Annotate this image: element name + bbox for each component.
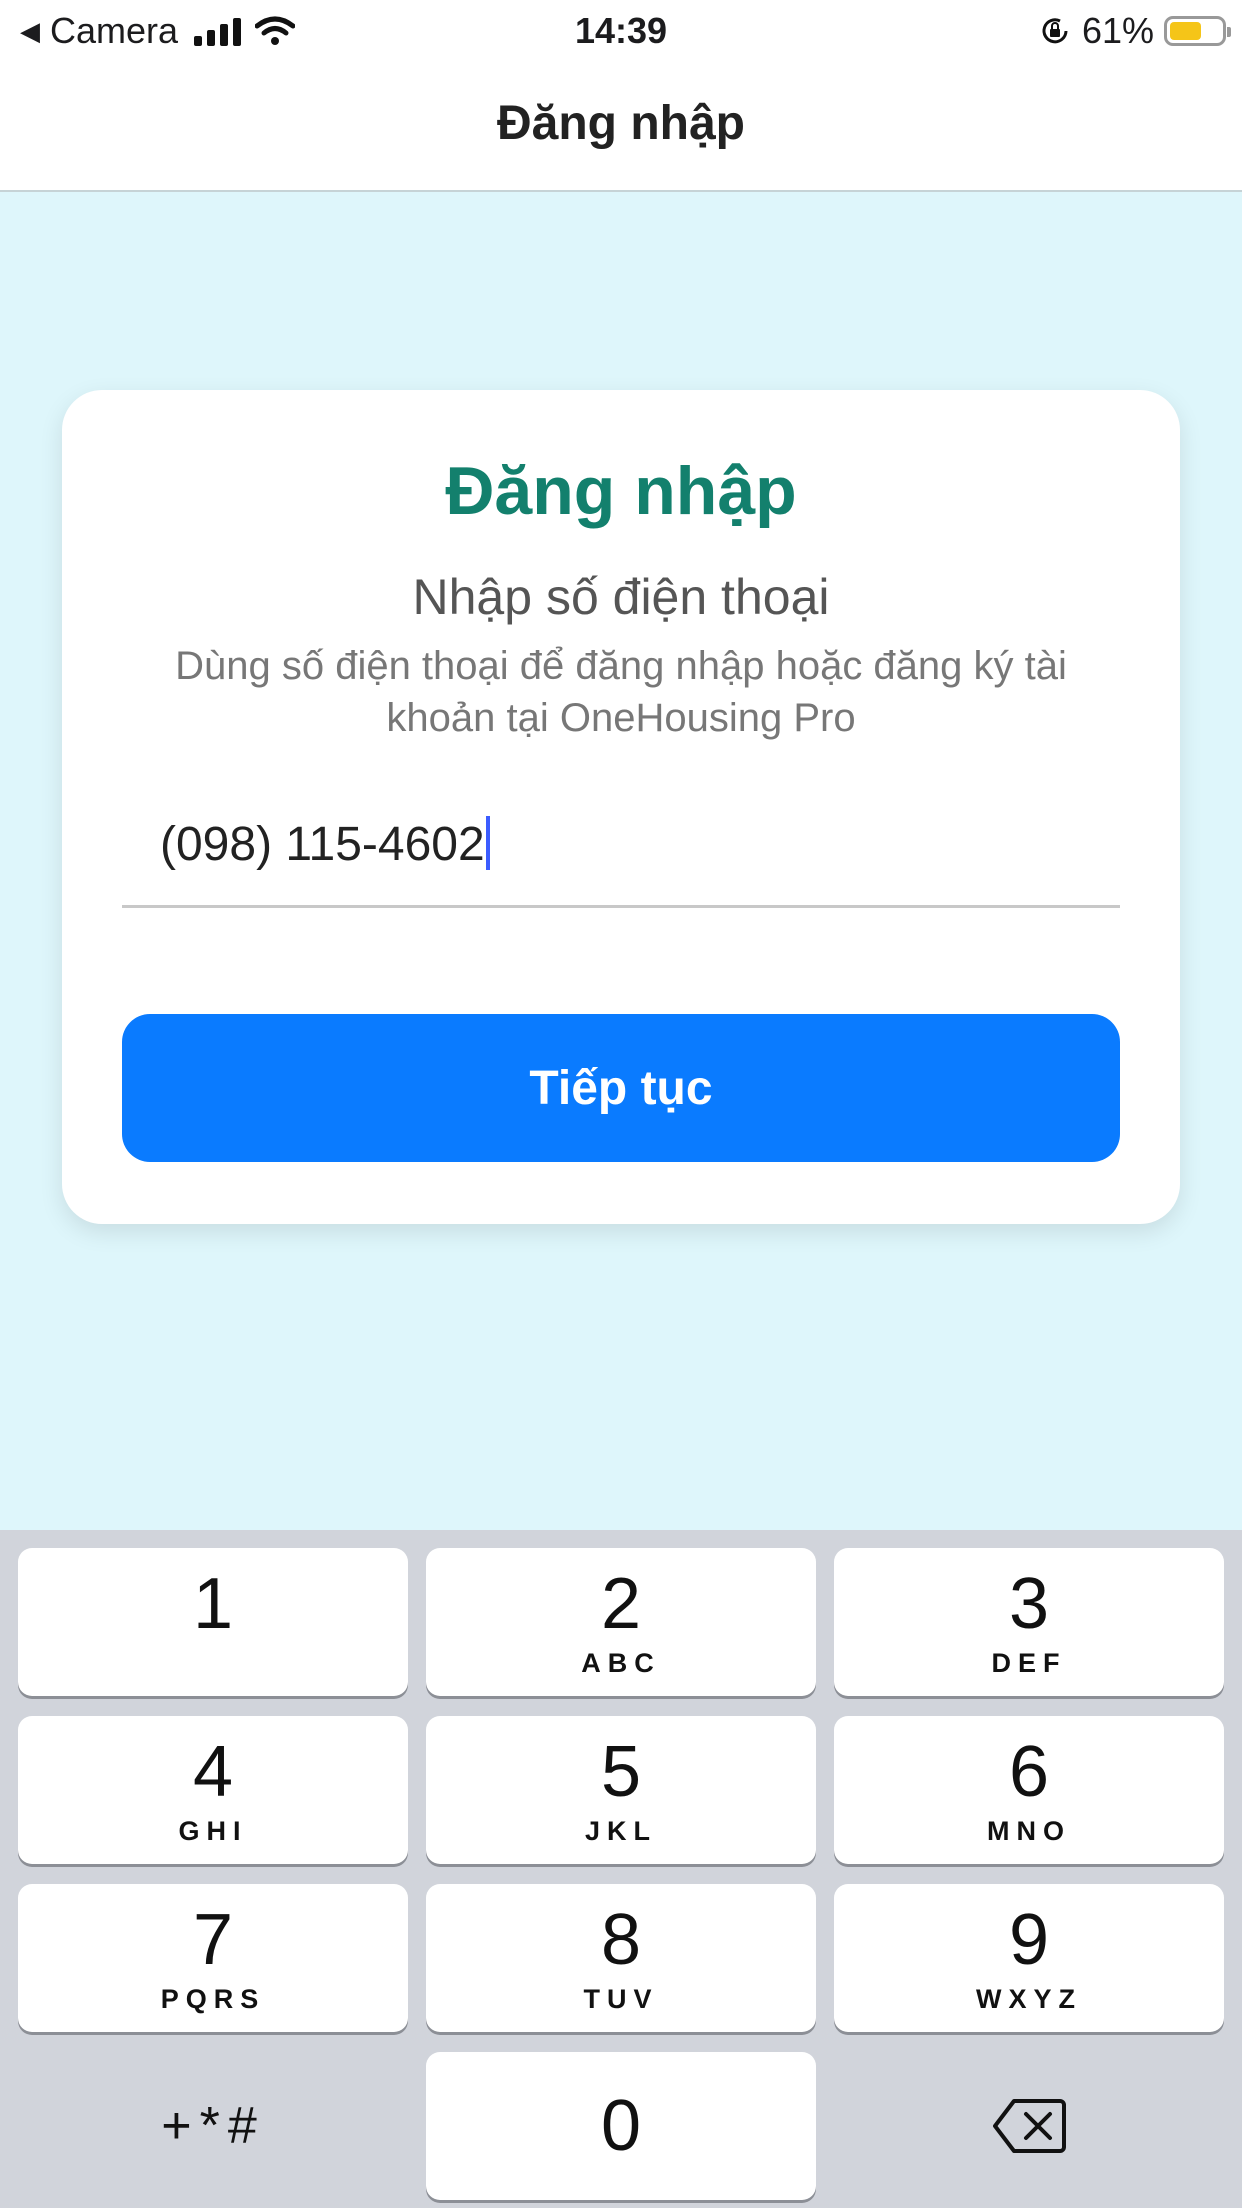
battery-icon: [1164, 16, 1231, 46]
key-digit: 4: [192, 1732, 234, 1812]
key-letters: DEF: [991, 1648, 1067, 1678]
key-digit: 5: [600, 1732, 642, 1812]
numeric-keypad: 1 2 ABC 3 DEF 4 GHI 5 JKL 6 MNO 7 PQRS 8…: [0, 1530, 1242, 2208]
key-3[interactable]: 3 DEF: [834, 1548, 1224, 1696]
orientation-lock-icon: [1042, 18, 1068, 44]
text-caret: [485, 816, 490, 870]
key-letters: JKL: [584, 1816, 657, 1846]
key-letters: MNO: [987, 1816, 1071, 1846]
symbols-label: +*#: [161, 2097, 265, 2155]
card-title: Đăng nhập: [445, 453, 797, 529]
navigation-bar: Đăng nhập: [0, 62, 1242, 192]
key-digit: 8: [600, 1900, 642, 1980]
key-letters: WXYZ: [976, 1984, 1082, 2014]
login-card: Đăng nhập Nhập số điện thoại Dùng số điệ…: [62, 390, 1180, 1224]
key-digit: 6: [1008, 1732, 1050, 1812]
key-6[interactable]: 6 MNO: [834, 1716, 1224, 1864]
card-subtitle: Nhập số điện thoại: [412, 569, 830, 625]
key-0[interactable]: 0: [426, 2052, 816, 2200]
page-title: Đăng nhập: [497, 97, 745, 150]
key-letters: PQRS: [160, 1984, 266, 2014]
battery-level: [1170, 22, 1201, 40]
delete-key[interactable]: [834, 2052, 1224, 2200]
backspace-icon: [993, 2099, 1066, 2153]
card-description: Dùng số điện thoại để đăng nhập hoặc đăn…: [175, 644, 1067, 740]
key-digit: 1: [192, 1564, 234, 1644]
key-digit: 0: [600, 2086, 642, 2166]
key-digit: 2: [600, 1564, 642, 1644]
continue-button[interactable]: Tiếp tục: [122, 1014, 1120, 1162]
key-letters: ABC: [581, 1648, 661, 1678]
key-1[interactable]: 1: [18, 1548, 408, 1696]
key-4[interactable]: 4 GHI: [18, 1716, 408, 1864]
key-9[interactable]: 9 WXYZ: [834, 1884, 1224, 2032]
key-2[interactable]: 2 ABC: [426, 1548, 816, 1696]
key-letters: GHI: [178, 1816, 248, 1846]
key-5[interactable]: 5 JKL: [426, 1716, 816, 1864]
key-digit: 9: [1008, 1900, 1050, 1980]
phone-number-value: (098) 115-4602: [160, 818, 485, 871]
continue-button-label: Tiếp tục: [529, 1061, 713, 1115]
battery-percent: 61%: [1081, 10, 1154, 51]
key-digit: 3: [1008, 1564, 1050, 1644]
key-digit: 7: [192, 1900, 234, 1980]
login-screen: Đăng nhập Nhập số điện thoại Dùng số điệ…: [0, 192, 1242, 1530]
symbols-key[interactable]: +*#: [18, 2052, 408, 2200]
status-bar: ◀ Camera 14:39 61%: [0, 0, 1242, 62]
key-7[interactable]: 7 PQRS: [18, 1884, 408, 2032]
key-8[interactable]: 8 TUV: [426, 1884, 816, 2032]
key-letters: TUV: [583, 1984, 659, 2014]
phone-number-input[interactable]: (098) 115-4602: [122, 810, 1120, 908]
